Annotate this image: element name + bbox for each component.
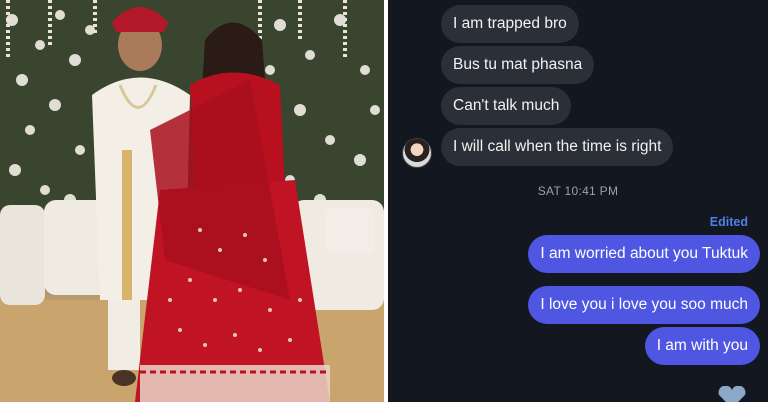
wedding-photo — [0, 0, 384, 402]
received-message: I will call when the time is right — [441, 128, 674, 166]
wedding-photo-illustration — [0, 0, 384, 402]
contact-avatar[interactable] — [402, 138, 432, 168]
received-message: I am trapped bro — [441, 5, 579, 43]
message-timestamp: SAT 10:41 PM — [537, 184, 619, 198]
sent-message: I am with you — [644, 327, 760, 365]
sent-message: I love you i love you soo much — [528, 286, 760, 324]
received-message: Bus tu mat phasna — [441, 46, 595, 84]
heart-icon[interactable] — [716, 386, 748, 402]
sent-message: I am worried about you Tuktuk — [528, 235, 760, 273]
edited-label[interactable]: Edited — [710, 215, 748, 229]
chat-panel: I am trapped bro Bus tu mat phasna Can't… — [388, 0, 768, 402]
received-message: Can't talk much — [441, 87, 572, 125]
